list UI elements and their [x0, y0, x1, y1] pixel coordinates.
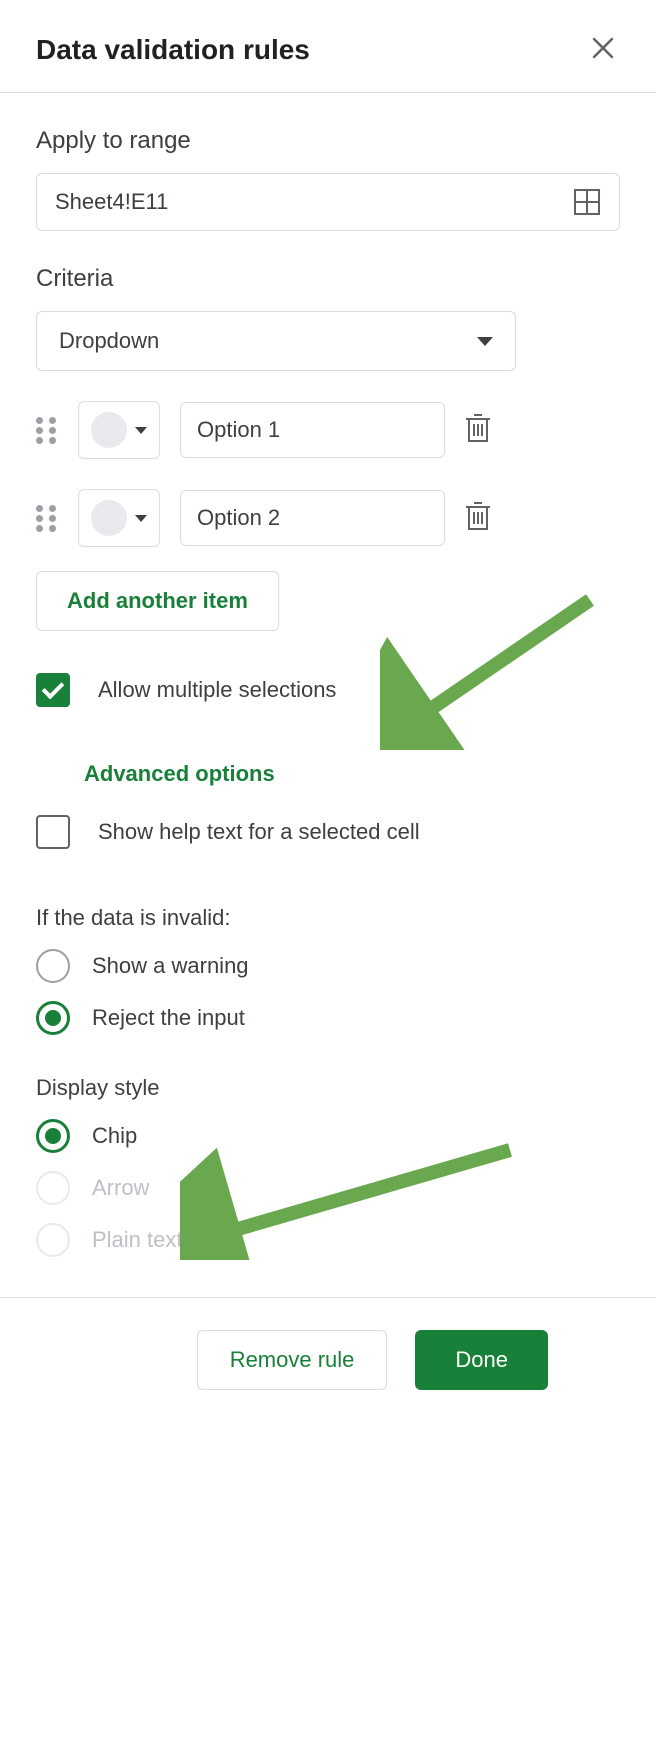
radio-label: Plain text	[92, 1227, 183, 1253]
chevron-down-icon	[135, 427, 147, 434]
radio-button[interactable]	[36, 1119, 70, 1153]
panel-footer: Remove rule Done	[0, 1298, 656, 1434]
data-validation-panel: Data validation rules Apply to range Cri…	[0, 0, 656, 1434]
done-button[interactable]: Done	[415, 1330, 548, 1390]
close-icon[interactable]	[586, 30, 620, 70]
criteria-selected: Dropdown	[59, 328, 159, 354]
option-color-picker[interactable]	[78, 401, 160, 459]
range-text-field[interactable]	[55, 189, 573, 215]
invalid-reject-option[interactable]: Reject the input	[36, 1001, 620, 1035]
display-plain-option: Plain text	[36, 1223, 620, 1257]
chevron-down-icon	[135, 515, 147, 522]
radio-button[interactable]	[36, 1001, 70, 1035]
radio-button	[36, 1223, 70, 1257]
allow-multiple-row[interactable]: Allow multiple selections	[36, 673, 620, 707]
invalid-warning-option[interactable]: Show a warning	[36, 949, 620, 983]
panel-header: Data validation rules	[0, 0, 656, 92]
help-text-checkbox[interactable]	[36, 815, 70, 849]
invalid-data-heading: If the data is invalid:	[36, 905, 620, 931]
radio-button	[36, 1171, 70, 1205]
option-color-picker[interactable]	[78, 489, 160, 547]
allow-multiple-checkbox[interactable]	[36, 673, 70, 707]
drag-handle-icon[interactable]	[36, 417, 58, 444]
advanced-options-toggle[interactable]: Advanced options	[84, 761, 275, 787]
panel-title: Data validation rules	[36, 34, 310, 66]
option-value-input[interactable]	[180, 402, 445, 458]
radio-label: Reject the input	[92, 1005, 245, 1031]
option-value-input[interactable]	[180, 490, 445, 546]
range-picker-icon[interactable]	[573, 188, 601, 216]
color-swatch-icon	[91, 412, 127, 448]
help-text-row[interactable]: Show help text for a selected cell	[36, 815, 620, 849]
criteria-dropdown[interactable]: Dropdown	[36, 311, 516, 371]
add-another-item-button[interactable]: Add another item	[36, 571, 279, 631]
help-text-label: Show help text for a selected cell	[98, 819, 420, 845]
color-swatch-icon	[91, 500, 127, 536]
delete-option-icon[interactable]	[465, 501, 491, 536]
criteria-label: Criteria	[36, 265, 620, 293]
apply-to-range-label: Apply to range	[36, 127, 620, 155]
remove-rule-button[interactable]: Remove rule	[197, 1330, 388, 1390]
dropdown-option-row	[36, 489, 620, 547]
radio-label: Chip	[92, 1123, 137, 1149]
dropdown-option-row	[36, 401, 620, 459]
display-style-heading: Display style	[36, 1075, 620, 1101]
radio-label: Show a warning	[92, 953, 249, 979]
display-chip-option[interactable]: Chip	[36, 1119, 620, 1153]
display-arrow-option: Arrow	[36, 1171, 620, 1205]
radio-label: Arrow	[92, 1175, 149, 1201]
drag-handle-icon[interactable]	[36, 505, 58, 532]
apply-to-range-input[interactable]	[36, 173, 620, 231]
allow-multiple-label: Allow multiple selections	[98, 677, 336, 703]
divider	[0, 92, 656, 93]
radio-button[interactable]	[36, 949, 70, 983]
delete-option-icon[interactable]	[465, 413, 491, 448]
chevron-down-icon	[477, 337, 493, 346]
